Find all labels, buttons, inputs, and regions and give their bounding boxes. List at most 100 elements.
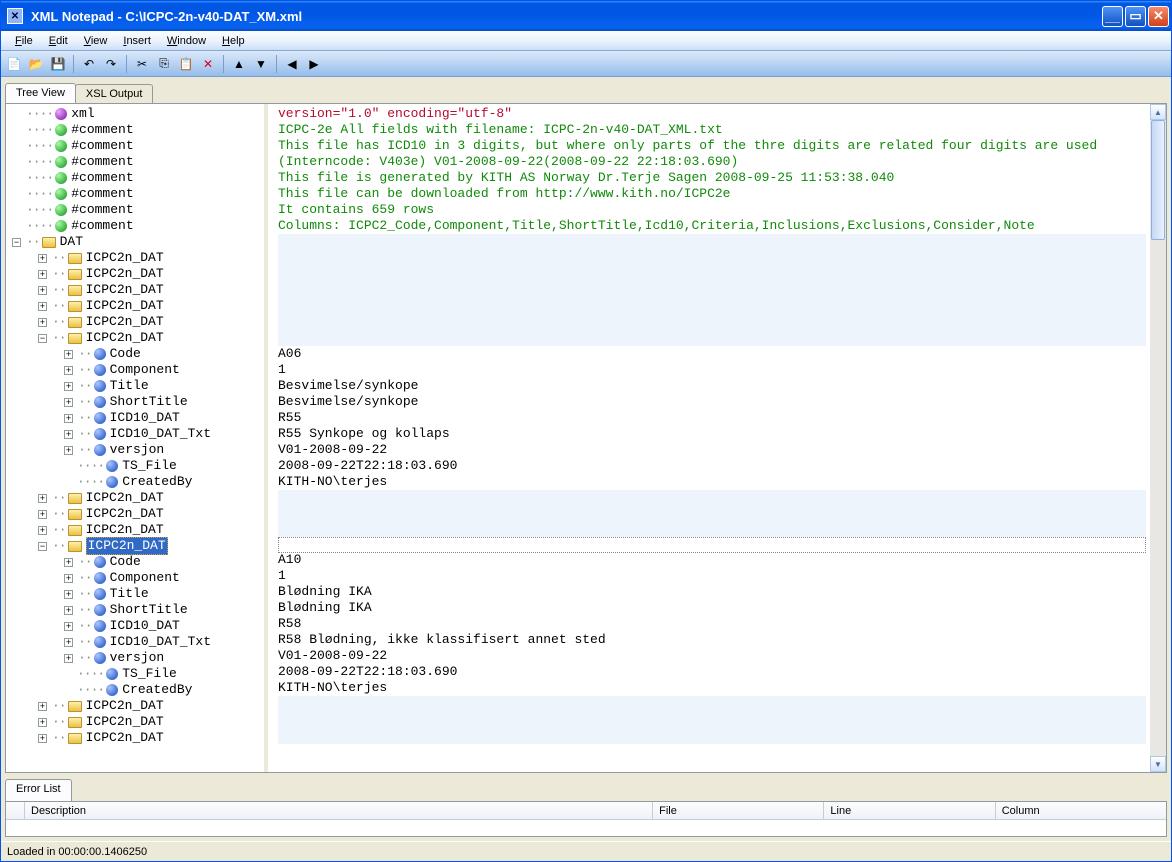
value-code[interactable]: A06 — [278, 346, 1146, 362]
vertical-scrollbar[interactable]: ▲ ▼ — [1150, 104, 1166, 772]
node-comment[interactable]: #comment — [71, 154, 133, 170]
paste-button[interactable]: 📋 — [177, 55, 195, 73]
redo-button[interactable]: ↷ — [102, 55, 120, 73]
menu-edit[interactable]: Edit — [41, 33, 76, 49]
value-empty[interactable] — [278, 330, 1146, 346]
node-child[interactable]: ICPC2n_DAT — [86, 266, 164, 282]
col-line[interactable]: Line — [824, 802, 995, 819]
node-versjon[interactable]: versjon — [110, 650, 165, 666]
expand-icon[interactable]: + — [38, 702, 47, 711]
scroll-thumb[interactable] — [1151, 120, 1165, 240]
save-button[interactable]: 💾 — [49, 55, 67, 73]
node-comment[interactable]: #comment — [71, 170, 133, 186]
value-empty[interactable] — [278, 298, 1146, 314]
node-child[interactable]: ICPC2n_DAT — [86, 330, 164, 346]
node-comment[interactable]: #comment — [71, 138, 133, 154]
value-tsfile[interactable]: 2008-09-22T22:18:03.690 — [278, 458, 1146, 474]
expand-icon[interactable]: + — [64, 558, 73, 567]
expand-icon[interactable]: + — [38, 734, 47, 743]
new-button[interactable]: 📄 — [5, 55, 23, 73]
node-child[interactable]: ICPC2n_DAT — [86, 698, 164, 714]
value-shorttitle[interactable]: Blødning IKA — [278, 600, 1146, 616]
value-title[interactable]: Besvimelse/synkope — [278, 378, 1146, 394]
node-child[interactable]: ICPC2n_DAT — [86, 282, 164, 298]
nudge-up-button[interactable]: ▲ — [230, 55, 248, 73]
expand-icon[interactable]: + — [64, 382, 73, 391]
expand-icon[interactable]: + — [64, 398, 73, 407]
node-icd10dattxt[interactable]: ICD10_DAT_Txt — [110, 426, 211, 442]
menu-insert[interactable]: Insert — [115, 33, 159, 49]
node-comment[interactable]: #comment — [71, 186, 133, 202]
cut-button[interactable]: ✂ — [133, 55, 151, 73]
value-empty[interactable] — [278, 728, 1146, 744]
node-tsfile[interactable]: TS_File — [122, 666, 177, 682]
value-empty[interactable] — [278, 522, 1146, 538]
scroll-up-button[interactable]: ▲ — [1150, 104, 1166, 120]
expand-icon[interactable]: + — [64, 638, 73, 647]
value-title[interactable]: Blødning IKA — [278, 584, 1146, 600]
node-code[interactable]: Code — [110, 346, 141, 362]
minimize-button[interactable]: __ — [1102, 6, 1123, 27]
value-comment[interactable]: (Interncode: V403e) V01-2008-09-22(2008-… — [278, 154, 1146, 170]
node-comment[interactable]: #comment — [71, 202, 133, 218]
value-comment[interactable]: It contains 659 rows — [278, 202, 1146, 218]
open-button[interactable]: 📂 — [27, 55, 45, 73]
node-child[interactable]: ICPC2n_DAT — [86, 730, 164, 746]
expand-icon[interactable]: + — [38, 270, 47, 279]
node-component[interactable]: Component — [110, 570, 180, 586]
nudge-right-button[interactable]: ▶ — [305, 55, 323, 73]
node-child[interactable]: ICPC2n_DAT — [86, 522, 164, 538]
node-child[interactable]: ICPC2n_DAT — [86, 250, 164, 266]
collapse-icon[interactable]: − — [38, 542, 47, 551]
expand-icon[interactable]: + — [38, 254, 47, 263]
node-versjon[interactable]: versjon — [110, 442, 165, 458]
tab-error-list[interactable]: Error List — [5, 779, 72, 801]
node-comment[interactable]: #comment — [71, 218, 133, 234]
expand-icon[interactable]: + — [38, 510, 47, 519]
value-empty[interactable] — [278, 506, 1146, 522]
value-empty[interactable] — [278, 490, 1146, 506]
value-empty[interactable] — [278, 250, 1146, 266]
value-empty[interactable] — [278, 712, 1146, 728]
value-comment[interactable]: Columns: ICPC2_Code,Component,Title,Shor… — [278, 218, 1146, 234]
value-empty[interactable] — [278, 282, 1146, 298]
value-comment[interactable]: ICPC-2e All fields with filename: ICPC-2… — [278, 122, 1146, 138]
col-description[interactable]: Description — [25, 802, 653, 819]
node-tsfile[interactable]: TS_File — [122, 458, 177, 474]
expand-icon[interactable]: + — [38, 526, 47, 535]
close-button[interactable]: ✕ — [1148, 6, 1169, 27]
expand-icon[interactable]: + — [64, 446, 73, 455]
tab-tree-view[interactable]: Tree View — [5, 83, 76, 103]
node-code[interactable]: Code — [110, 554, 141, 570]
expand-icon[interactable]: + — [64, 606, 73, 615]
menu-help[interactable]: Help — [214, 33, 253, 49]
value-selected-row[interactable] — [278, 537, 1146, 553]
undo-button[interactable]: ↶ — [80, 55, 98, 73]
node-dat[interactable]: DAT — [60, 234, 83, 250]
node-icd10dattxt[interactable]: ICD10_DAT_Txt — [110, 634, 211, 650]
value-icd10dattxt[interactable]: R55 Synkope og kollaps — [278, 426, 1146, 442]
scroll-down-button[interactable]: ▼ — [1150, 756, 1166, 772]
node-child[interactable]: ICPC2n_DAT — [86, 314, 164, 330]
node-shorttitle[interactable]: ShortTitle — [110, 602, 188, 618]
menu-window[interactable]: Window — [159, 33, 214, 49]
copy-button[interactable]: ⎘ — [155, 55, 173, 73]
menu-file[interactable]: File — [7, 33, 41, 49]
expand-icon[interactable]: + — [38, 302, 47, 311]
expand-icon[interactable]: + — [38, 318, 47, 327]
node-createdby[interactable]: CreatedBy — [122, 682, 192, 698]
node-icd10dat[interactable]: ICD10_DAT — [110, 410, 180, 426]
value-icd10dattxt[interactable]: R58 Blødning, ikke klassifisert annet st… — [278, 632, 1146, 648]
value-versjon[interactable]: V01-2008-09-22 — [278, 648, 1146, 664]
node-child-selected[interactable]: ICPC2n_DAT — [86, 537, 168, 555]
value-code[interactable]: A10 — [278, 552, 1146, 568]
node-child[interactable]: ICPC2n_DAT — [86, 714, 164, 730]
expand-icon[interactable]: + — [64, 430, 73, 439]
value-shorttitle[interactable]: Besvimelse/synkope — [278, 394, 1146, 410]
value-xml-decl[interactable]: version="1.0" encoding="utf-8" — [278, 106, 1146, 122]
tree-pane[interactable]: ····xml ····#comment ····#comment ····#c… — [6, 104, 264, 772]
value-versjon[interactable]: V01-2008-09-22 — [278, 442, 1146, 458]
expand-icon[interactable]: + — [38, 718, 47, 727]
value-comment[interactable]: This file can be downloaded from http://… — [278, 186, 1146, 202]
value-component[interactable]: 1 — [278, 568, 1146, 584]
